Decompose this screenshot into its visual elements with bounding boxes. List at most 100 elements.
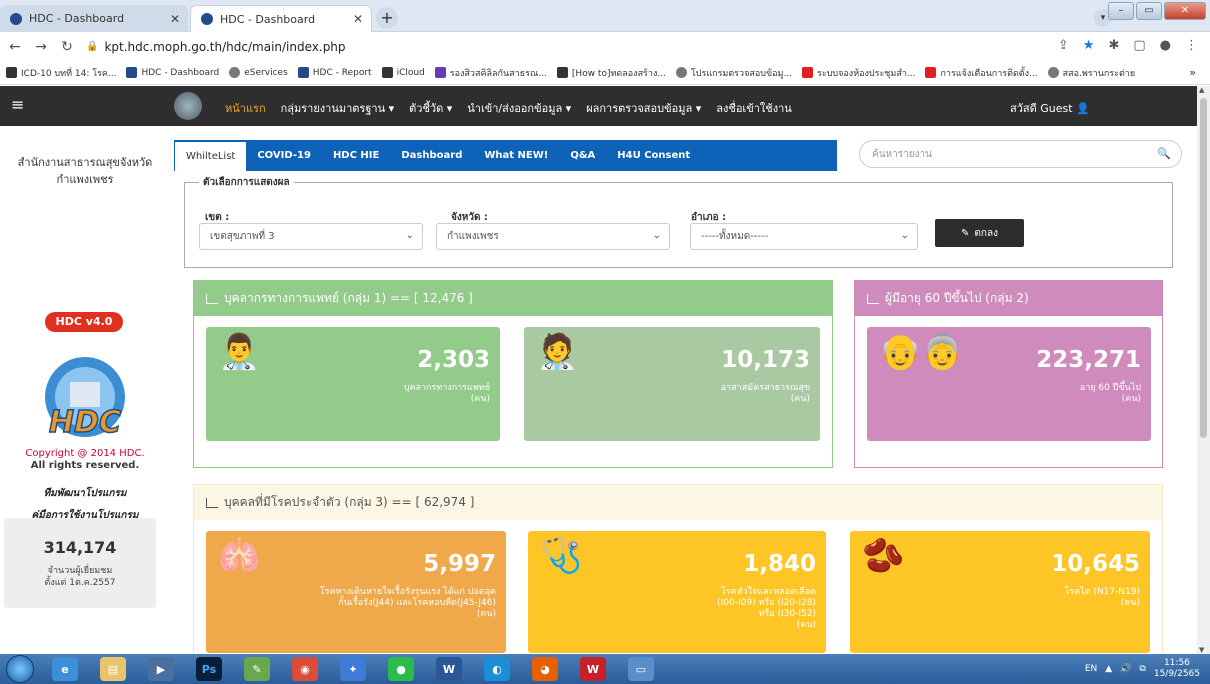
hdc-favicon-icon [10, 12, 22, 25]
maximize-button[interactable]: ▭ [1136, 2, 1162, 20]
bookmark-item[interactable]: [How to]ทดลองสร้าง... [556, 66, 666, 80]
hdc-logo: HDC [45, 357, 125, 441]
browser-tab[interactable]: HDC - Dashboard ✕ [0, 5, 188, 32]
system-tray: EN ▲ 🔊 ⧉ 11:56 15/9/2565 [1085, 658, 1200, 680]
word-icon[interactable]: W [436, 657, 462, 681]
bookmark-item[interactable]: ระบบจองห้องประชุมสำ... [802, 66, 915, 80]
nav-import-export[interactable]: นำเข้า/ส่งออกข้อมูล ▾ [467, 99, 571, 117]
extensions-icon[interactable]: ✱ [1108, 38, 1119, 53]
chrome-icon[interactable]: ◉ [292, 657, 318, 681]
visitor-count: 314,174 [43, 538, 117, 557]
district-select[interactable]: -----ทั้งหมด----- ⌄ [690, 223, 918, 250]
bookmark-star-icon[interactable]: ★ [1083, 38, 1095, 53]
language-indicator[interactable]: EN [1085, 664, 1097, 674]
url-text: kpt.hdc.moph.go.th/hdc/main/index.php [104, 39, 346, 54]
elderly-couple-icon: 👴👵 [879, 332, 964, 372]
cardiovascular-card[interactable]: 🩺 1,840 โรคหัวใจและหลอดเลือด (I00-I09) หร… [528, 531, 826, 653]
browser-tab-title: HDC - Dashboard [220, 12, 316, 26]
chevron-down-icon: ⌄ [900, 230, 909, 241]
nav-standard-reports[interactable]: กลุ่มรายงานมาตรฐาน ▾ [281, 99, 395, 117]
browser-tab-active[interactable]: HDC - Dashboard ✕ [190, 5, 372, 32]
respiratory-card[interactable]: 🫁 5,997 โรคทางเดินหายใจเรื้อรังรุนแรง ได… [206, 531, 506, 653]
close-window-button[interactable]: ✕ [1164, 2, 1206, 20]
reload-icon[interactable]: ↻ [56, 39, 78, 55]
scroll-up-icon[interactable]: ▲ [1199, 86, 1204, 94]
medical-staff-card[interactable]: 👨‍⚕ 2,303 บุคลากรทางการแพทย์ (คน) [206, 327, 500, 441]
team-link[interactable]: ทีมพัฒนาโปรแกรม [0, 486, 170, 501]
elderly-card[interactable]: 👴👵 223,271 อายุ 60 ปีขึ้นไป (คน) [867, 327, 1151, 441]
nav-indicators[interactable]: ตัวชี้วัด ▾ [409, 99, 452, 117]
tab-qa[interactable]: Q&A [559, 140, 606, 171]
nav-data-check[interactable]: ผลการตรวจสอบข้อมูล ▾ [586, 99, 701, 117]
share-icon[interactable]: ⇪ [1058, 38, 1069, 53]
kidney-icon: 🫘 [862, 536, 905, 576]
url-field[interactable]: 🔒 kpt.hdc.moph.go.th/hdc/main/index.php [86, 40, 346, 54]
close-tab-icon[interactable]: ✕ [170, 12, 180, 26]
search-icon[interactable]: 🔍 [1157, 147, 1171, 160]
scroll-down-icon[interactable]: ▼ [1199, 646, 1204, 654]
back-icon[interactable]: ← [4, 39, 26, 55]
bookmark-item[interactable]: สสอ.พรานกระต่าย [1047, 66, 1135, 80]
sidepanel-icon[interactable]: ▢ [1133, 38, 1145, 53]
hamburger-menu-icon[interactable]: ≡ [11, 95, 24, 114]
bookmark-item[interactable]: โปรแกรมตรวจสอบข้อมู... [675, 66, 792, 80]
chevron-down-icon: ⌄ [652, 230, 661, 241]
wps-icon[interactable]: W [580, 657, 606, 681]
province-select[interactable]: กำแพงเพชร ⌄ [436, 223, 670, 250]
menu-icon[interactable]: ⋮ [1185, 38, 1198, 53]
group1-header: บุคลากรทางการแพทย์ (กลุ่ม 1) == [ 12,476… [194, 281, 832, 316]
browser-tab-bar: HDC - Dashboard ✕ HDC - Dashboard ✕ + ▾ … [0, 0, 1210, 32]
hdc-nav-logo[interactable] [174, 92, 202, 120]
edge-icon[interactable]: ◐ [484, 657, 510, 681]
health-volunteer-icon: 🧑‍⚕ [536, 332, 579, 372]
network-app-icon[interactable]: ✦ [340, 657, 366, 681]
volunteer-card[interactable]: 🧑‍⚕ 10,173 อาสาสมัครสาธารณสุข (คน) [524, 327, 820, 441]
bookmark-item[interactable]: HDC - Dashboard [126, 67, 219, 78]
profile-icon[interactable]: ● [1160, 38, 1171, 53]
photoshop-icon[interactable]: Ps [196, 657, 222, 681]
display-options: ตัวเลือกการแสดงผล เขต : เขตสุขภาพที่ 3 ⌄ … [184, 175, 1173, 268]
close-tab-icon[interactable]: ✕ [353, 12, 363, 26]
network-icon[interactable]: ⧉ [1139, 664, 1145, 674]
nav-login[interactable]: ลงชื่อเข้าใช้งาน [716, 99, 792, 117]
nav-home[interactable]: หน้าแรก [225, 99, 266, 117]
clock[interactable]: 11:56 15/9/2565 [1154, 658, 1200, 680]
tab-covid[interactable]: COVID-19 [246, 140, 322, 171]
paint-icon[interactable]: ✎ [244, 657, 270, 681]
window-app-icon[interactable]: ▭ [628, 657, 654, 681]
ok-button[interactable]: ✎ ตกลง [935, 219, 1024, 247]
ie-icon[interactable]: e [52, 657, 78, 681]
bar-chart-icon [206, 497, 218, 508]
minimize-button[interactable]: – [1108, 2, 1134, 20]
tray-arrow-icon[interactable]: ▲ [1105, 664, 1112, 674]
sidebar: สำนักงานสาธารณสุขจังหวัด กำแพงเพชร HDC v… [0, 126, 170, 654]
tab-whitelist[interactable]: WhilteList [174, 140, 247, 171]
explorer-icon[interactable]: ▤ [100, 657, 126, 681]
zone-select[interactable]: เขตสุขภาพที่ 3 ⌄ [199, 223, 423, 250]
firefox-icon[interactable]: ◕ [532, 657, 558, 681]
bookmark-item[interactable]: iCloud [381, 67, 425, 78]
tab-dashboard[interactable]: Dashboard [390, 140, 473, 171]
page-scrollbar[interactable]: ▲ ▼ [1197, 86, 1210, 654]
guest-greeting[interactable]: สวัสดี Guest 👤 [1010, 99, 1090, 117]
card-value: 1,840 [743, 551, 816, 577]
bookmark-item[interactable]: ICD-10 บทที่ 14: โรค... [6, 66, 116, 80]
bookmark-item[interactable]: HDC - Report [297, 67, 372, 78]
line-icon[interactable]: ● [388, 657, 414, 681]
new-tab-button[interactable]: + [376, 7, 398, 29]
tab-h4u-consent[interactable]: H4U Consent [606, 140, 701, 171]
tab-whats-new[interactable]: What NEW! [473, 140, 559, 171]
start-button[interactable] [6, 655, 34, 683]
media-player-icon[interactable]: ▶ [148, 657, 174, 681]
tab-hdc-hie[interactable]: HDC HIE [322, 140, 390, 171]
bookmark-item[interactable]: eServices [229, 67, 288, 78]
bookmark-item[interactable]: รองสิวสคิลิลกันสาธรณ... [434, 66, 547, 80]
more-bookmarks-icon[interactable]: » [1189, 66, 1196, 79]
volume-icon[interactable]: 🔊 [1120, 664, 1131, 674]
report-search-input[interactable]: ค้นหารายงาน 🔍 [859, 140, 1182, 168]
filter-legend: ตัวเลือกการแสดงผล [199, 175, 294, 190]
kidney-card[interactable]: 🫘 10,645 โรคไต (N17-N19) (คน) [850, 531, 1150, 653]
bookmark-item[interactable]: การแจ้งเตือนการติดตั้ง... [925, 66, 1038, 80]
forward-icon[interactable]: → [30, 39, 52, 55]
scroll-thumb[interactable] [1200, 98, 1207, 438]
